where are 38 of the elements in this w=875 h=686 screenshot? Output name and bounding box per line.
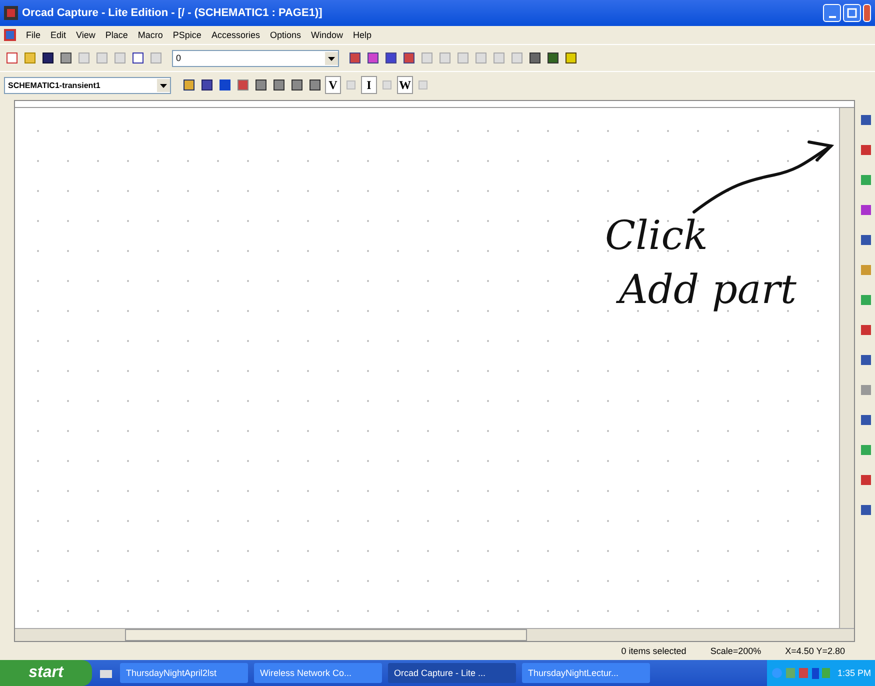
menu-item[interactable]: Place xyxy=(105,30,128,40)
menu-item[interactable]: Window xyxy=(311,30,344,40)
minimize-button[interactable] xyxy=(823,4,841,22)
minimize-icon xyxy=(828,16,836,18)
menu-item[interactable]: Edit xyxy=(50,30,66,40)
taskbar-button[interactable]: Orcad Capture - Lite ... xyxy=(388,663,516,683)
taskbar-button[interactable]: ThursdayNightLectur... xyxy=(522,663,650,683)
status-text: X=4.50 Y=2.80 xyxy=(785,646,845,656)
menu-item[interactable]: View xyxy=(76,30,96,40)
taskbar-button[interactable]: Wireless Network Co... xyxy=(254,663,382,683)
window-title: Orcad Capture - Lite Edition - [/ - (SCHEMATIC1 : PAGE1)] xyxy=(22,7,322,19)
menu-item[interactable]: PSpice xyxy=(172,30,202,40)
menu-item[interactable]: Accessories xyxy=(211,30,260,40)
taskbar-button[interactable]: ThursdayNightApril2lst xyxy=(120,663,248,683)
caret-icon xyxy=(157,78,170,92)
document-icon xyxy=(4,29,16,41)
start-button[interactable]: start xyxy=(0,660,92,686)
marker-button[interactable]: W xyxy=(397,76,413,94)
caret-icon xyxy=(325,52,338,64)
menu-item[interactable]: Help xyxy=(353,30,372,40)
menu-item[interactable]: Options xyxy=(270,30,301,40)
clock: 1:35 PM xyxy=(837,668,871,678)
marker-button[interactable]: I xyxy=(361,76,377,94)
close-button[interactable] xyxy=(863,4,871,22)
handwritten-note: Click xyxy=(605,213,709,259)
tray-icons[interactable] xyxy=(771,666,832,680)
status-text: Scale=200% xyxy=(710,646,762,656)
marker-button[interactable]: V xyxy=(325,76,341,94)
app-icon xyxy=(4,6,18,20)
status-text: 0 items selected xyxy=(621,646,686,656)
vertical-scrollbar[interactable] xyxy=(839,108,854,628)
maximize-button[interactable] xyxy=(843,4,861,22)
menu-item[interactable]: File xyxy=(26,30,41,40)
profile-dropdown[interactable]: SCHEMATIC1-transient1 xyxy=(4,76,171,94)
horizontal-scrollbar[interactable] xyxy=(15,628,854,641)
part-dropdown[interactable]: 0 xyxy=(172,50,339,66)
menu-item[interactable]: Macro xyxy=(138,30,163,40)
maximize-icon xyxy=(847,8,857,18)
